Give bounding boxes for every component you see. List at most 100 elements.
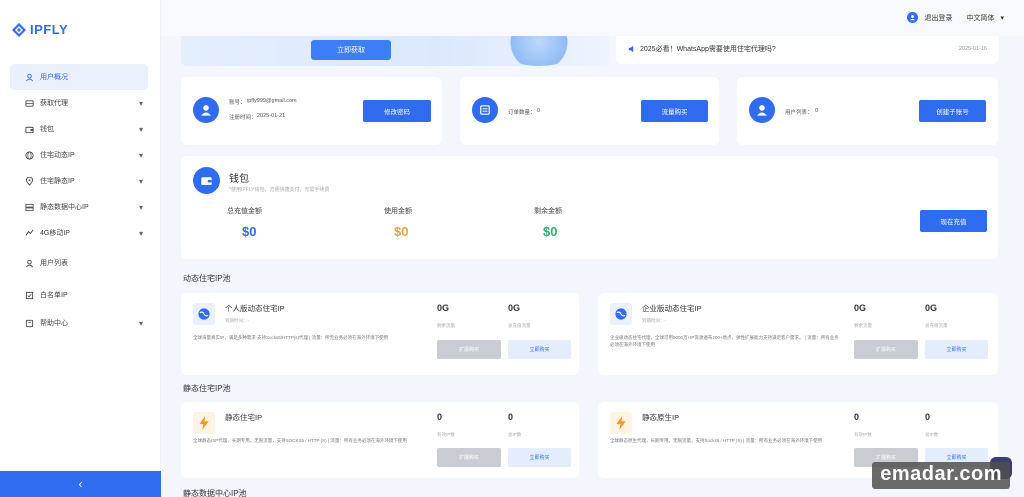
wallet-icon bbox=[193, 167, 220, 194]
orders-card: 订单数量： 0 流量购买 bbox=[460, 77, 719, 145]
sidebar-item-label: 4G移动IP bbox=[40, 230, 70, 237]
logo-icon bbox=[12, 22, 26, 37]
sidebar-item-label: 用户列表 bbox=[40, 260, 68, 267]
product-stat-2-label: 总充值流量 bbox=[508, 323, 531, 328]
whitelist-icon bbox=[24, 290, 34, 300]
extend-purchase-button[interactable]: 扩展购买 bbox=[854, 340, 918, 359]
sidebar-item[interactable]: 钱包 ▾ bbox=[0, 116, 161, 142]
collapse-sidebar-button[interactable]: ‹ bbox=[0, 471, 161, 497]
subusers-count: 0 bbox=[815, 108, 819, 114]
account-label: 账号： bbox=[229, 100, 246, 106]
user-icon bbox=[193, 97, 219, 123]
users-icon bbox=[24, 258, 34, 268]
product-description: 企业级动态住宅代理，全球可用9000万+IP资源遍布200+地点，弹性扩展能力支… bbox=[610, 335, 839, 347]
orders-label: 订单数量： bbox=[508, 110, 536, 116]
buy-now-button[interactable]: 立即购买 bbox=[508, 340, 571, 359]
product-stat-1: 0G bbox=[854, 303, 867, 313]
product-stat-1-label: 剩余流量 bbox=[437, 323, 455, 328]
product-description: 全球海量真实IP，满足多种需求 支持Socks5/HTTP(s)代理 | 流量：… bbox=[193, 335, 389, 340]
proxy-icon bbox=[24, 98, 34, 108]
product-stat-1: 0 bbox=[854, 412, 860, 422]
buy-now-button[interactable]: 立即购买 bbox=[925, 340, 988, 359]
account-email: ipfly999@gmail.com bbox=[247, 98, 297, 104]
chevron-down-icon[interactable]: ▾ bbox=[139, 151, 143, 160]
product-name: 个人版动态住宅IP bbox=[225, 304, 285, 313]
brand-name: IPFLY bbox=[30, 22, 69, 37]
sidebar-item[interactable]: 用户列表 bbox=[0, 250, 161, 276]
language-selector[interactable]: 中文简体 bbox=[966, 13, 994, 23]
sidebar-item[interactable]: 帮助中心 ▾ bbox=[0, 310, 161, 336]
banner-illustration bbox=[499, 36, 579, 66]
sidebar-item-label: 住宅动态IP bbox=[40, 152, 75, 159]
product-description: 全球静态原生代理，长期专用，无限流量，支持Socks5 / HTTP (S) |… bbox=[610, 438, 823, 443]
product-stat-2: 0 bbox=[508, 412, 514, 422]
promo-banner[interactable]: 立即获取 bbox=[181, 36, 609, 66]
main-content: 立即获取 2025必看！WhatsApp需要使用住宅代理吗? 2025-01-1… bbox=[161, 36, 1024, 497]
chevron-down-icon[interactable]: ▾ bbox=[139, 229, 143, 238]
product-name: 静态原生IP bbox=[642, 413, 680, 422]
section-title-datacenter: 静态数据中心IP池 bbox=[183, 489, 247, 497]
extend-purchase-button[interactable]: 扩展购买 bbox=[437, 448, 501, 467]
product-stat-2: 0 bbox=[925, 412, 931, 422]
stat-value-remaining: $0 bbox=[543, 224, 558, 239]
users-icon bbox=[749, 97, 775, 123]
lightning-icon bbox=[193, 412, 215, 434]
stat-value-total: $0 bbox=[242, 224, 257, 239]
stat-label-used: 使用金额 bbox=[384, 208, 412, 215]
register-date: 2025-01-21 bbox=[257, 113, 286, 119]
order-icon bbox=[472, 97, 498, 123]
sidebar-item[interactable]: 静态数据中心IP ▾ bbox=[0, 194, 161, 220]
product-stat-2: 0G bbox=[508, 303, 521, 313]
chevron-down-icon[interactable]: ▾ bbox=[139, 125, 143, 134]
avatar[interactable] bbox=[907, 12, 919, 23]
sidebar-item-label: 住宅静态IP bbox=[40, 178, 75, 185]
banner-cta-button[interactable]: 立即获取 bbox=[311, 40, 391, 60]
product-card-enterprise-dynamic: 企业版动态住宅IP 到期时间：- 企业级动态住宅代理，全球可用9000万+IP资… bbox=[598, 293, 998, 375]
sidebar: IPFLY 用户概况 获取代理 ▾ 钱包 ▾ 住宅动态IP ▾ 住宅静态IP ▾ 静态数据中心IP… bbox=[0, 0, 161, 497]
chevron-down-icon[interactable]: ▾ bbox=[139, 319, 143, 328]
sidebar-item[interactable]: 获取代理 ▾ bbox=[0, 90, 161, 116]
recharge-button[interactable]: 现在充值 bbox=[920, 210, 987, 232]
sidebar-item[interactable]: 住宅静态IP ▾ bbox=[0, 168, 161, 194]
product-expiry: 到期时间：- bbox=[642, 318, 666, 323]
mobile-icon bbox=[24, 228, 34, 238]
sidebar-item-label: 获取代理 bbox=[40, 100, 68, 107]
logout-link[interactable]: 退出登录 bbox=[924, 13, 952, 23]
buy-now-button[interactable]: 立即购买 bbox=[508, 448, 571, 467]
chevron-down-icon[interactable]: ▾ bbox=[139, 177, 143, 186]
top-header: 退出登录 中文简体 ▾ bbox=[161, 0, 1024, 36]
sidebar-item[interactable]: 4G移动IP ▾ bbox=[0, 220, 161, 246]
chevron-down-icon[interactable]: ▾ bbox=[139, 99, 143, 108]
sidebar-item[interactable]: 白名单IP bbox=[0, 282, 161, 308]
subusers-card: 用户列表： 0 创建子账号 bbox=[737, 77, 998, 145]
chevron-down-icon[interactable]: ▾ bbox=[1000, 14, 1004, 22]
change-password-button[interactable]: 修改密码 bbox=[363, 100, 431, 122]
globe-icon bbox=[193, 303, 215, 325]
product-stat-1: 0 bbox=[437, 412, 443, 422]
product-stat-2-label: 总充值流量 bbox=[925, 323, 948, 328]
chevron-left-icon: ‹ bbox=[78, 477, 83, 491]
brand-logo[interactable]: IPFLY bbox=[12, 22, 68, 37]
user-icon bbox=[24, 72, 34, 82]
sidebar-item[interactable]: 用户概况 bbox=[10, 64, 148, 90]
sidebar-item-label: 钱包 bbox=[40, 126, 54, 133]
product-card-static-residential: 静态住宅IP 全球静态ISP代理，长期专用，无限流量，支持SOCKS5 / HT… bbox=[181, 402, 579, 478]
stat-label-remaining: 剩余金额 bbox=[534, 208, 562, 215]
sidebar-item-label: 白名单IP bbox=[40, 292, 68, 299]
sidebar-item[interactable]: 住宅动态IP ▾ bbox=[0, 142, 161, 168]
chevron-down-icon[interactable]: ▾ bbox=[139, 203, 143, 212]
announcement-text[interactable]: 2025必看！WhatsApp需要使用住宅代理吗? bbox=[640, 44, 776, 54]
product-stat-1: 0G bbox=[437, 303, 450, 313]
extend-purchase-button[interactable]: 扩展购买 bbox=[437, 340, 501, 359]
user-area: 退出登录 中文简体 ▾ bbox=[907, 12, 1004, 23]
announcement-bar[interactable]: 2025必看！WhatsApp需要使用住宅代理吗? 2025-01-16 bbox=[616, 36, 999, 64]
product-name: 企业版动态住宅IP bbox=[642, 304, 702, 313]
lightning-icon bbox=[610, 412, 632, 434]
buy-traffic-button[interactable]: 流量购买 bbox=[641, 100, 708, 122]
wallet-icon bbox=[24, 124, 34, 134]
product-stat-2: 0G bbox=[925, 303, 938, 313]
product-stat-1-label: 有效IP数 bbox=[437, 432, 455, 437]
product-stat-1-label: 有效IP数 bbox=[854, 432, 872, 437]
create-subaccount-button[interactable]: 创建子账号 bbox=[919, 100, 986, 122]
account-card: 账号： ipfly999@gmail.com 注册时间： 2025-01-21 … bbox=[181, 77, 442, 145]
